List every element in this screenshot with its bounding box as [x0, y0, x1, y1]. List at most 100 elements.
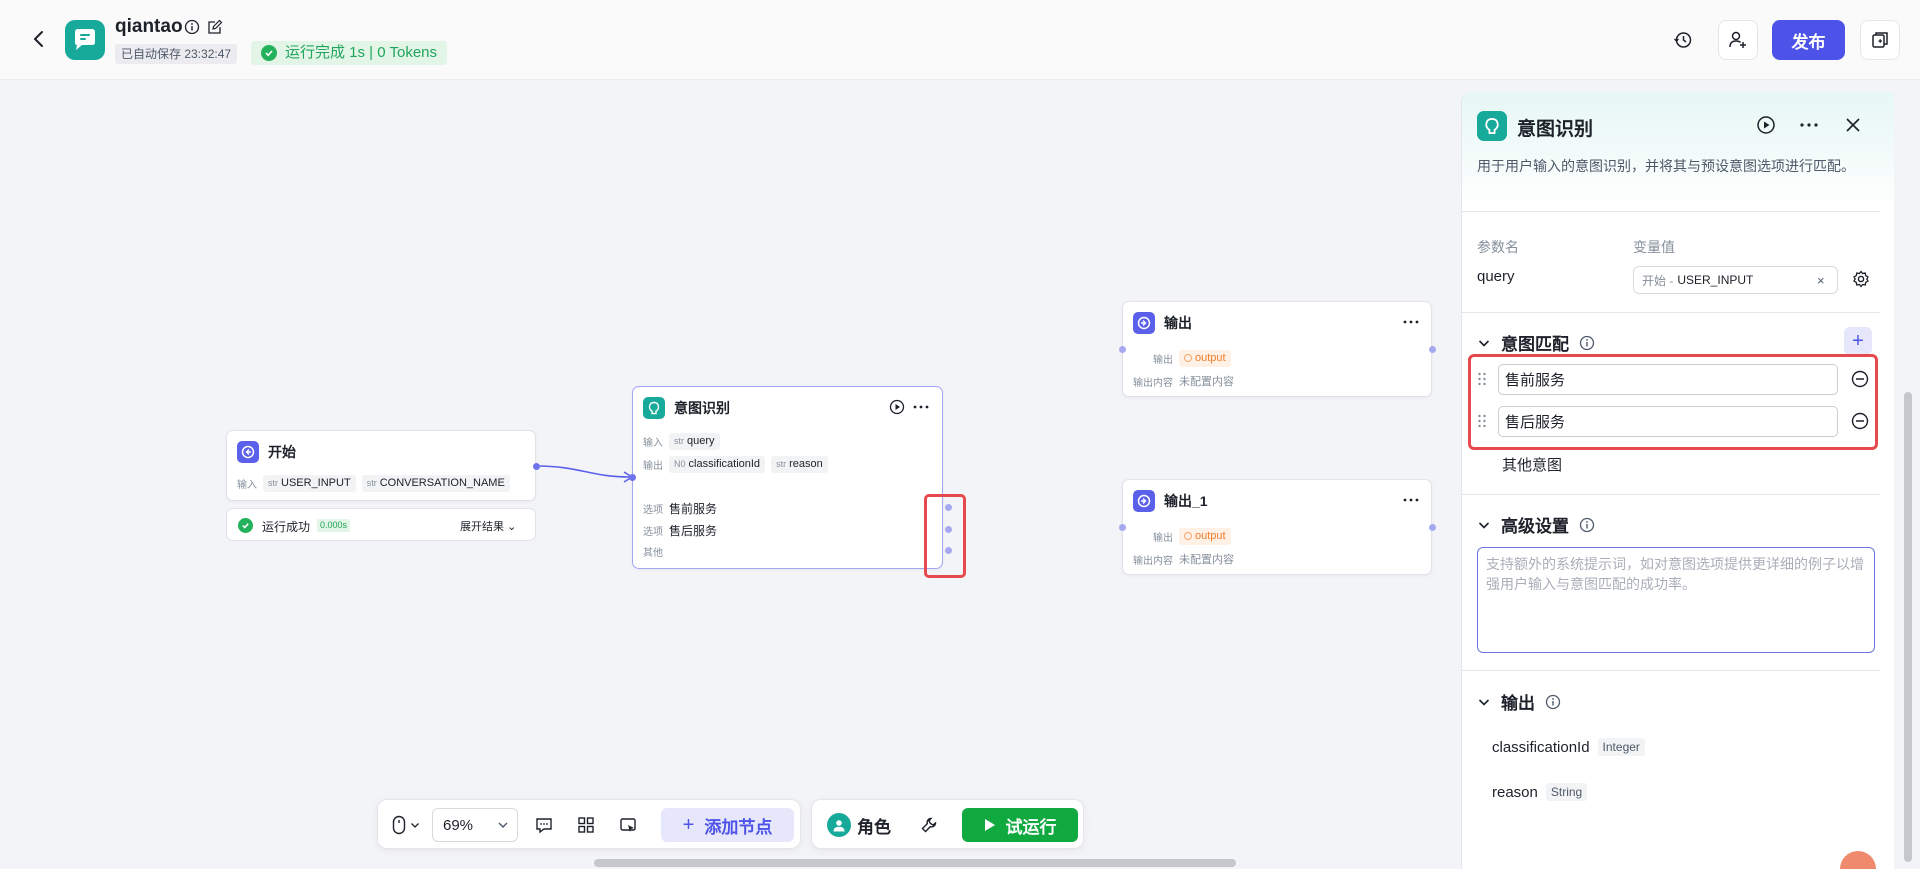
gear-icon[interactable]: [1852, 270, 1872, 290]
clear-variable-button[interactable]: ×: [1817, 273, 1825, 288]
minimap-icon: [620, 818, 636, 832]
run-node-icon[interactable]: [889, 399, 905, 415]
copy-icon: [1872, 32, 1888, 48]
var-name: query: [687, 435, 715, 447]
more-icon[interactable]: [1402, 492, 1420, 508]
output-node[interactable]: 输出 输出 output 输出内容 未配置内容: [1119, 301, 1436, 397]
input-port[interactable]: [1119, 346, 1126, 353]
intent-input[interactable]: [1498, 406, 1838, 437]
chevron-down-icon: [1478, 698, 1490, 706]
vertical-scrollbar[interactable]: [1895, 92, 1920, 869]
intent-row: [1477, 406, 1877, 437]
start-run-result: 运行成功 0.000s 展开结果 ⌄: [226, 508, 536, 541]
role-button[interactable]: 角色: [822, 808, 896, 842]
node-title: 输出: [1164, 315, 1192, 331]
autosave-status: 已自动保存 23:32:47: [115, 44, 238, 64]
intent-match-section-header[interactable]: 意图匹配: [1477, 330, 1595, 355]
horizontal-scrollbar[interactable]: [594, 859, 1236, 867]
add-intent-button[interactable]: +: [1844, 327, 1872, 355]
minimap-button[interactable]: [610, 808, 646, 842]
row-label: 输出: [1153, 354, 1173, 366]
option-text: 售后服务: [669, 523, 718, 538]
chevron-down-icon: [498, 822, 508, 828]
row-label: 输入: [643, 437, 663, 449]
node-title: 意图识别: [674, 400, 730, 416]
output-content-row: 输出内容 未配置内容: [1133, 372, 1234, 390]
top-header: qiantao 已自动保存 23:32:47 运行完成 1s | 0 Token…: [0, 0, 1920, 80]
var-tag: str query: [669, 432, 720, 450]
divider: [1462, 494, 1880, 495]
more-icon[interactable]: [1402, 314, 1420, 330]
add-node-button[interactable]: + 添加节点: [661, 808, 794, 842]
system-prompt-textarea[interactable]: [1477, 547, 1875, 653]
add-user-icon: [1729, 31, 1746, 48]
output-port[interactable]: [1429, 524, 1436, 531]
drag-handle-icon[interactable]: [1477, 413, 1487, 429]
highlight-box: [924, 494, 966, 578]
output-port[interactable]: [1429, 346, 1436, 353]
publish-button[interactable]: 发布: [1772, 20, 1845, 60]
alert-ring-icon: [1184, 532, 1192, 540]
more-icon[interactable]: [1798, 114, 1820, 136]
variable-selector[interactable]: 开始 - USER_INPUT: [1633, 266, 1838, 294]
run-node-icon[interactable]: [1755, 114, 1777, 136]
intent-recognition-node[interactable]: 意图识别 输入 str query 输出 N0 classificationId s…: [629, 386, 952, 569]
output-1-node[interactable]: 输出_1 输出 output 输出内容 未配置内容: [1119, 479, 1436, 575]
collaborator-button[interactable]: [1718, 20, 1758, 60]
intent-row: [1477, 364, 1877, 395]
mouse-icon: [392, 815, 406, 835]
row-label: 选项: [643, 504, 663, 516]
input-port[interactable]: [1119, 524, 1126, 531]
start-node[interactable]: 开始 输入 str USER_INPUT str CONVERSATION_NAME: [226, 430, 540, 501]
plus-icon: +: [1852, 329, 1864, 352]
scrollbar-thumb[interactable]: [1904, 392, 1912, 862]
var-type: str: [776, 459, 787, 469]
output-port[interactable]: [533, 463, 540, 470]
history-icon: [1674, 32, 1692, 48]
output-variable: reason String: [1492, 783, 1588, 801]
divider: [1462, 211, 1880, 212]
more-icon[interactable]: [912, 399, 930, 415]
input-port[interactable]: [629, 474, 636, 481]
role-avatar-icon: [827, 813, 851, 837]
output-section-header[interactable]: 输出: [1477, 689, 1561, 714]
advanced-section-header[interactable]: 高级设置: [1477, 512, 1595, 537]
comment-button[interactable]: [526, 808, 562, 842]
info-icon: [1579, 335, 1595, 350]
back-icon[interactable]: [26, 26, 52, 52]
row-label: 其他: [643, 547, 663, 559]
row-label: 输入: [237, 479, 257, 491]
remove-circle-icon[interactable]: [1851, 412, 1869, 430]
output-content-row: 输出内容 未配置内容: [1133, 550, 1234, 568]
close-icon[interactable]: [1842, 114, 1864, 136]
remove-circle-icon[interactable]: [1851, 370, 1869, 388]
mouse-mode-button[interactable]: [386, 808, 426, 842]
layout-button[interactable]: [568, 808, 604, 842]
content-value: 未配置内容: [1179, 376, 1234, 388]
chevron-down-icon: [411, 823, 419, 828]
option-text: 售前服务: [669, 501, 718, 516]
zoom-select[interactable]: 69%: [432, 808, 518, 842]
plus-icon: +: [682, 813, 695, 836]
history-button[interactable]: [1663, 20, 1703, 60]
info-icon[interactable]: [184, 19, 200, 35]
output-tag-text: output: [1195, 530, 1226, 542]
output-variable: classificationId Integer: [1492, 738, 1645, 756]
try-run-button[interactable]: 试运行: [962, 808, 1078, 842]
start-icon: [237, 441, 259, 463]
intent-input[interactable]: [1498, 364, 1838, 395]
zoom-value: 69%: [443, 816, 474, 834]
var-type: str: [366, 478, 377, 488]
workflow-canvas[interactable]: 开始 输入 str USER_INPUT str CONVERSATION_NAME…: [0, 81, 1460, 869]
expand-result-button[interactable]: 展开结果 ⌄: [460, 518, 516, 534]
chevron-down-icon: ⌄: [507, 521, 517, 533]
debug-tools-button[interactable]: [912, 808, 946, 842]
output-tag: output: [1179, 349, 1231, 367]
output-row: 输出 output: [1153, 349, 1231, 367]
output-tag: output: [1179, 527, 1231, 545]
edit-icon[interactable]: [207, 19, 223, 35]
drag-handle-icon[interactable]: [1477, 371, 1487, 387]
intent-output-row: 输出 N0 classificationId str reason: [643, 455, 828, 473]
canvas-toolbar: 69% + 添加节点: [377, 799, 801, 849]
copy-button[interactable]: [1860, 20, 1900, 60]
